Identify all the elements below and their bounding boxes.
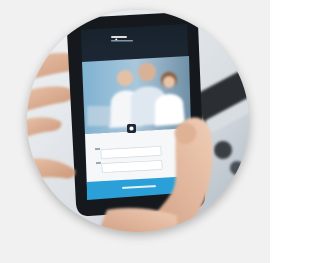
photo-card: •: [0, 0, 270, 263]
phone-in-hands-photo: •: [27, 10, 249, 232]
app-logo-mark: [111, 36, 127, 38]
password-label: [95, 161, 102, 165]
username-label: [94, 147, 101, 151]
circular-photo: •: [27, 10, 249, 232]
app-logo-subtitle: [111, 40, 133, 42]
